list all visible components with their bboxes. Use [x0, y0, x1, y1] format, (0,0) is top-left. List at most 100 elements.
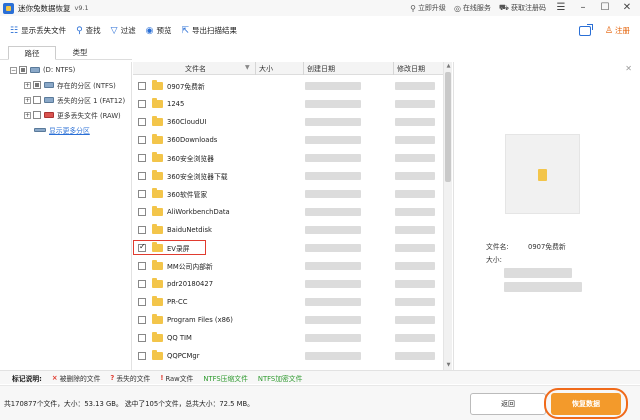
tree-item-checkbox[interactable] — [33, 96, 41, 104]
file-row-checkbox[interactable] — [138, 190, 146, 198]
tree-item-existing[interactable]: + 存在的分区 (NTFS) — [24, 79, 116, 91]
list-icon: ☷ — [10, 25, 19, 36]
preview-button[interactable]: ◉ 预览 — [146, 25, 172, 36]
tree-item-more-lost[interactable]: + 更多丢失文件 (RAW) — [24, 109, 121, 121]
file-row-checkbox[interactable] — [138, 208, 146, 216]
file-row-checkbox[interactable] — [138, 352, 146, 360]
file-row[interactable]: EV录屏 — [133, 239, 443, 257]
file-row[interactable]: 0907免费新 — [133, 77, 443, 95]
file-name: pdr20180427 — [167, 280, 214, 288]
folder-icon — [152, 170, 163, 180]
expand-icon[interactable]: + — [24, 111, 31, 119]
title-actions: ⚲ 立即升级 ◎ 在线服务 ⛟ 获取注册码 ☰ – ☐ ✕ — [410, 0, 634, 16]
file-row[interactable]: AliWorkbenchData — [133, 203, 443, 221]
file-row-checkbox[interactable] — [138, 118, 146, 126]
file-row[interactable]: Program Files (x86) — [133, 311, 443, 329]
column-created[interactable]: 创建日期 — [307, 64, 335, 74]
expand-icon[interactable]: + — [24, 81, 31, 89]
legend-encrypted-label: NTFS加密文件 — [257, 374, 303, 383]
file-row-checkbox[interactable] — [138, 334, 146, 342]
show-lost-files-button[interactable]: ☷ 显示丢失文件 — [10, 25, 66, 36]
file-row-checkbox[interactable] — [138, 172, 146, 180]
tree-item-lost-partition[interactable]: + 丢失的分区 1 (FAT12) — [24, 94, 125, 106]
share-icon[interactable] — [578, 23, 593, 36]
close-icon[interactable]: ✕ — [625, 64, 632, 73]
column-divider[interactable] — [393, 62, 394, 75]
file-row[interactable]: BaiduNetdisk — [133, 221, 443, 239]
tree-more-partitions[interactable]: 显示更多分区 — [34, 124, 90, 136]
file-row[interactable]: 360安全浏览器 — [133, 149, 443, 167]
tree-root-label: (D: NTFS) — [43, 66, 76, 74]
tree-item-label: 丢失的分区 1 (FAT12) — [57, 97, 126, 105]
file-row[interactable]: 1245 — [133, 95, 443, 113]
tree-root-checkbox[interactable] — [19, 66, 27, 74]
tab-path[interactable]: 路径 — [8, 46, 56, 60]
file-row[interactable]: MM公司内部新 — [133, 257, 443, 275]
file-row[interactable]: 360Downloads — [133, 131, 443, 149]
upgrade-link[interactable]: ⚲ 立即升级 — [410, 3, 446, 13]
preview-label: 预览 — [156, 26, 172, 35]
tree-item-checkbox[interactable] — [33, 111, 41, 119]
column-name[interactable]: 文件名 — [185, 64, 206, 74]
file-row[interactable]: 360CloudUI — [133, 113, 443, 131]
close-button[interactable]: ✕ — [620, 1, 634, 15]
file-row-checkbox[interactable] — [138, 262, 146, 270]
export-results-button[interactable]: ⇱ 导出扫描结果 — [181, 25, 237, 36]
upgrade-label: 立即升级 — [417, 4, 446, 12]
column-size[interactable]: 大小 — [259, 64, 273, 74]
preview-detail — [504, 268, 572, 278]
maximize-button[interactable]: ☐ — [598, 1, 612, 15]
file-row-checkbox[interactable] — [138, 316, 146, 324]
created-date-cell — [305, 190, 361, 198]
file-row-checkbox[interactable] — [138, 280, 146, 288]
legend-lost-label: 丢失的文件 — [116, 374, 151, 383]
file-row[interactable]: pdr20180427 — [133, 275, 443, 293]
file-row[interactable]: PR-CC — [133, 293, 443, 311]
recover-data-button[interactable]: 恢复数据 — [551, 393, 621, 415]
get-code-link[interactable]: ⛟ 获取注册码 — [499, 3, 546, 13]
file-row-checkbox[interactable] — [138, 226, 146, 234]
file-row-checkbox[interactable] — [138, 100, 146, 108]
register-button[interactable]: ♙ 注册 — [605, 25, 630, 36]
folder-icon — [152, 314, 163, 324]
file-row-checkbox[interactable] — [138, 82, 146, 90]
file-list-scrollbar[interactable]: ▲ ▼ — [443, 62, 452, 370]
scroll-down-icon[interactable]: ▼ — [444, 361, 453, 370]
created-date-cell — [305, 262, 361, 270]
folder-icon — [152, 296, 163, 306]
modified-date-cell — [395, 208, 435, 216]
tab-type[interactable]: 类型 — [56, 46, 104, 60]
column-divider[interactable] — [303, 62, 304, 75]
file-name: 0907免费新 — [167, 83, 205, 91]
online-service-label: 在线服务 — [462, 4, 491, 12]
column-modified[interactable]: 修改日期 — [397, 64, 425, 74]
status-bar: 共170877个文件，大小：53.13 GB。 选中了105个文件，总共大小：7… — [0, 385, 640, 420]
preview-detail — [504, 282, 582, 292]
filter-button[interactable]: ▽ 过滤 — [111, 25, 136, 36]
file-row-checkbox[interactable] — [138, 136, 146, 144]
file-row-checkbox[interactable] — [138, 298, 146, 306]
folder-icon — [152, 80, 163, 90]
back-button[interactable]: 返回 — [470, 393, 546, 415]
file-row[interactable]: QQPCMgr — [133, 347, 443, 365]
tree-root[interactable]: − (D: NTFS) — [10, 64, 75, 76]
collapse-icon[interactable]: − — [10, 66, 17, 74]
expand-icon[interactable]: + — [24, 96, 31, 104]
file-row[interactable]: 360软件管家 — [133, 185, 443, 203]
file-row-checkbox[interactable] — [138, 154, 146, 162]
menu-icon[interactable]: ☰ — [554, 1, 568, 15]
created-date-cell — [305, 244, 361, 252]
file-name: AliWorkbenchData — [167, 208, 230, 216]
folder-icon — [152, 98, 163, 108]
online-service-link[interactable]: ◎ 在线服务 — [454, 3, 491, 13]
column-divider[interactable] — [255, 62, 256, 75]
tree-item-checkbox[interactable] — [33, 81, 41, 89]
status-summary: 共170877个文件，大小：53.13 GB。 选中了105个文件，总共大小：7… — [4, 400, 254, 408]
find-button[interactable]: ⚲ 查找 — [76, 25, 101, 36]
show-more-partitions-link[interactable]: 显示更多分区 — [49, 125, 90, 135]
scroll-thumb[interactable] — [445, 72, 451, 182]
scroll-up-icon[interactable]: ▲ — [444, 62, 453, 71]
minimize-button[interactable]: – — [576, 1, 590, 15]
file-row[interactable]: 360安全浏览器下载 — [133, 167, 443, 185]
file-row[interactable]: QQ TIM — [133, 329, 443, 347]
